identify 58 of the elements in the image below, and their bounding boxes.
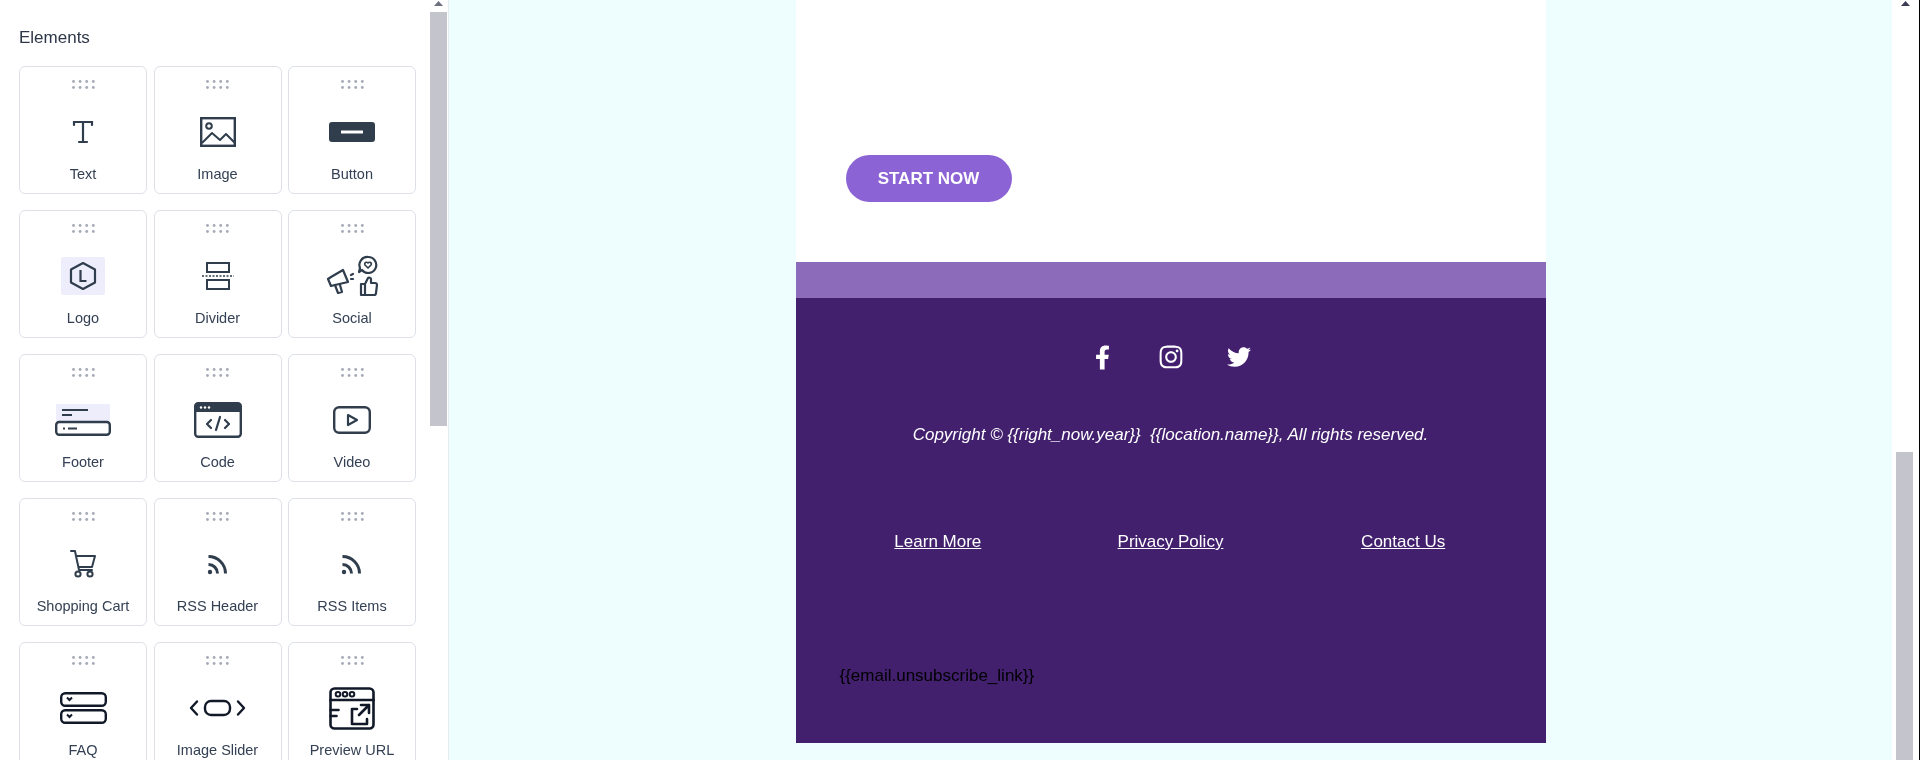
- drag-handle-icon: [206, 512, 229, 521]
- element-tile[interactable]: RSS Items: [288, 498, 416, 626]
- scroll-up-arrow-icon[interactable]: [1901, 1, 1910, 6]
- instagram-icon[interactable]: [1157, 344, 1184, 370]
- element-tile[interactable]: Divider: [153, 210, 282, 338]
- image-icon: [199, 117, 236, 147]
- copyright-text: Copyright © {{right_now.year}} {{location.name}}, All rights reserved.: [912, 425, 1429, 445]
- drag-handle-icon: [340, 80, 364, 89]
- element-tile[interactable]: Image Slider: [153, 642, 282, 760]
- social-icon: [326, 255, 378, 297]
- element-tile[interactable]: Shopping Cart: [19, 498, 147, 626]
- element-tile[interactable]: Social: [288, 210, 416, 338]
- text-icon: [71, 120, 95, 144]
- element-tile[interactable]: Code: [153, 354, 282, 482]
- drag-handle-icon: [206, 224, 229, 233]
- shopping-cart-icon: [70, 550, 96, 578]
- drag-handle-icon: [206, 368, 229, 377]
- facebook-icon[interactable]: [1095, 344, 1110, 370]
- element-tile[interactable]: FAQ: [19, 642, 147, 760]
- drag-handle-icon: [340, 512, 364, 521]
- drag-handle-icon: [71, 512, 95, 521]
- drag-handle-icon: [340, 656, 364, 665]
- drag-handle-icon: [340, 368, 364, 377]
- drag-handle-icon: [71, 80, 95, 89]
- drag-handle-icon: [71, 656, 95, 665]
- button-icon: [329, 122, 375, 142]
- image-slider-icon: [189, 699, 246, 717]
- drag-handle-icon: [340, 224, 364, 233]
- divider-icon: [201, 262, 234, 290]
- drag-handle-icon: [71, 368, 95, 377]
- element-tile[interactable]: Image: [153, 66, 282, 194]
- rss-icon: [206, 553, 229, 575]
- drag-handle-icon: [206, 656, 229, 665]
- footer-link[interactable]: Contact Us: [1361, 532, 1446, 552]
- element-tile[interactable]: Text: [19, 66, 147, 194]
- element-tile[interactable]: Button: [288, 66, 416, 194]
- code-icon: [193, 402, 242, 438]
- element-tile[interactable]: Video: [288, 354, 416, 482]
- rss-icon: [341, 553, 363, 575]
- footer-link[interactable]: Privacy Policy: [1117, 532, 1224, 552]
- drag-handle-icon: [206, 80, 229, 89]
- faq-icon: [59, 692, 107, 724]
- scrollbar-thumb[interactable]: [430, 12, 447, 426]
- drag-handle-icon: [71, 224, 95, 233]
- cta-button[interactable]: START NOW: [845, 155, 1012, 202]
- logo-icon: [61, 257, 105, 295]
- footer-link[interactable]: Learn More: [894, 532, 982, 552]
- element-tile[interactable]: RSS Header: [153, 498, 282, 626]
- scroll-up-arrow-icon[interactable]: [434, 1, 443, 6]
- element-tile[interactable]: Footer: [19, 354, 147, 482]
- element-tile[interactable]: Preview URL: [288, 642, 416, 760]
- twitter-icon[interactable]: [1225, 345, 1252, 369]
- footer-icon: [55, 404, 111, 436]
- panel-title: Elements: [19, 27, 91, 49]
- scrollbar-thumb[interactable]: [1896, 452, 1913, 760]
- video-icon: [333, 406, 371, 434]
- element-tile[interactable]: Logo: [19, 210, 147, 338]
- preview-url-icon: [329, 686, 375, 730]
